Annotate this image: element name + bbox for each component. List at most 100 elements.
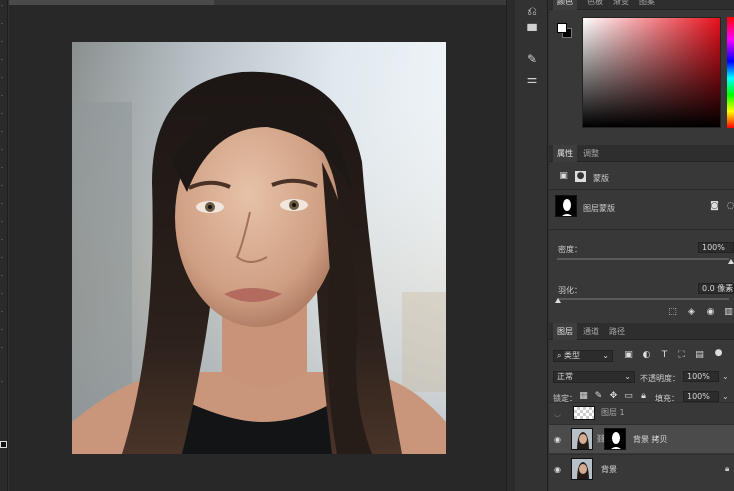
marquee-tool-icon[interactable]: · [1, 22, 6, 28]
filter-toggle-icon[interactable]: ● [713, 348, 724, 359]
visibility-eye-icon[interactable]: ◉ [554, 435, 561, 444]
visibility-eye-icon[interactable]: ◡ [554, 409, 561, 418]
pixel-mask-icon[interactable]: ▣ [558, 171, 569, 182]
density-slider[interactable] [557, 258, 729, 260]
chevron-down-icon[interactable]: ⌄ [722, 392, 729, 401]
tab-channels[interactable]: 通道 [579, 323, 603, 340]
adjustments-sliders-icon[interactable]: ⚌ [525, 72, 539, 86]
tab-properties[interactable]: 属性 [553, 145, 577, 162]
move-tool-icon[interactable]: · [1, 4, 6, 10]
foreground-color-swatch[interactable] [0, 441, 7, 448]
hand-tool-icon[interactable]: · [1, 328, 6, 334]
divider [549, 229, 734, 230]
add-vector-mask-icon[interactable]: ◌ [725, 201, 734, 212]
mask-header-label: 蒙版 [593, 174, 609, 183]
layer-thumbnail [571, 428, 593, 450]
color-panel-tabs: 颜色 色板 渐变 图案 [549, 0, 734, 10]
delete-mask-icon[interactable]: ▥ [723, 307, 734, 318]
portrait-photo [72, 42, 446, 454]
comment-icon[interactable]: ▀ [525, 24, 539, 38]
vector-mask-icon[interactable]: ● [575, 171, 586, 182]
eraser-tool-icon[interactable]: · [1, 184, 6, 190]
dodge-tool-icon[interactable]: · [1, 238, 6, 244]
path-select-tool-icon[interactable]: · [1, 292, 6, 298]
tab-paths[interactable]: 路径 [605, 323, 629, 340]
density-slider-thumb[interactable] [728, 259, 734, 264]
brush-tool-icon[interactable]: · [1, 130, 6, 136]
feather-slider-thumb[interactable] [555, 298, 561, 303]
filter-shape-icon[interactable]: ⛶ [676, 350, 687, 361]
blend-mode-value: 正常 [557, 372, 573, 381]
mask-thumbnail [555, 195, 577, 217]
brush-settings-icon[interactable]: ✎ [525, 52, 539, 66]
filter-pixel-icon[interactable]: ▣ [623, 350, 634, 361]
tab-gradients[interactable]: 渐变 [609, 0, 633, 10]
tab-layers[interactable]: 图层 [553, 323, 577, 340]
chevron-down-icon[interactable]: ⌄ [722, 372, 729, 381]
layer-name[interactable]: 图层 1 [601, 407, 625, 418]
filter-smart-object-icon[interactable]: ▤ [694, 350, 705, 361]
layer-thumbnail [573, 406, 595, 420]
healing-tool-icon[interactable]: · [1, 112, 6, 118]
lock-transparent-icon[interactable]: ▦ [578, 391, 589, 402]
layer-row-1[interactable]: ◡ 图层 1 [549, 402, 734, 424]
zoom-tool-icon[interactable]: · [1, 346, 6, 352]
fill-field[interactable]: 100% [683, 391, 719, 402]
tab-patterns[interactable]: 图案 [635, 0, 659, 10]
history-icon[interactable]: ⎌ [525, 4, 539, 18]
tab-swatches[interactable]: 色板 [583, 0, 607, 10]
layer-mask-thumbnail[interactable] [604, 428, 626, 450]
gradient-tool-icon[interactable]: · [1, 202, 6, 208]
mask-type-label: 图层蒙版 [583, 204, 615, 213]
pen-tool-icon[interactable]: · [1, 256, 6, 262]
eyedropper-tool-icon[interactable]: · [1, 94, 6, 100]
type-tool-icon[interactable]: · [1, 274, 6, 280]
tools-toolbar: · · · · · · · · · · · · · · · · · · · · … [0, 0, 8, 491]
select-pixel-mask-icon[interactable]: ◙ [709, 201, 720, 212]
filter-type-icon[interactable]: T [659, 350, 670, 361]
history-brush-tool-icon[interactable]: · [1, 166, 6, 172]
quick-select-tool-icon[interactable]: · [1, 58, 6, 64]
tab-adjustments[interactable]: 调整 [579, 145, 603, 162]
feather-field[interactable]: 0.0 像素 [698, 283, 734, 294]
opacity-field[interactable]: 100% [683, 371, 719, 382]
foreground-color-chip[interactable] [557, 23, 567, 33]
layer-row-background-copy[interactable]: ◉ ⛓ 背景 拷贝 [549, 424, 734, 453]
divider [549, 189, 734, 190]
lock-position-icon[interactable]: ✥ [608, 391, 619, 402]
document-tab-active[interactable] [9, 0, 214, 5]
lock-icon: 🔒︎ [725, 464, 730, 473]
opacity-label: 不透明度： [640, 374, 680, 383]
chevron-down-icon: ⌄ [624, 372, 631, 381]
load-selection-icon[interactable]: ⬚ [667, 307, 678, 318]
layer-filter-dropdown[interactable]: ⌕ 类型 ⌄ [553, 350, 613, 362]
visibility-eye-icon[interactable]: ◉ [705, 307, 716, 318]
layer-name[interactable]: 背景 [601, 464, 617, 475]
clone-stamp-tool-icon[interactable]: · [1, 148, 6, 154]
layer-row-background[interactable]: ◉ 背景 🔒︎ [549, 454, 734, 483]
shape-tool-icon[interactable]: · [1, 310, 6, 316]
lasso-tool-icon[interactable]: · [1, 40, 6, 46]
canvas-vertical-scrollbar[interactable] [506, 0, 515, 491]
filter-adjustment-icon[interactable]: ◐ [641, 350, 652, 361]
apply-mask-icon[interactable]: ◈ [686, 307, 697, 318]
blend-mode-dropdown[interactable]: 正常 ⌄ [553, 371, 635, 383]
chevron-down-icon: ⌄ [602, 351, 609, 360]
density-field[interactable]: 100% [698, 242, 734, 253]
feather-slider[interactable] [557, 298, 729, 300]
lock-artboard-icon[interactable]: ▭ [623, 391, 634, 402]
search-icon: ⌕ [557, 351, 565, 360]
lock-image-icon[interactable]: ✎ [593, 391, 604, 402]
crop-tool-icon[interactable]: · [1, 76, 6, 82]
edit-toolbar-icon[interactable]: · [1, 380, 6, 386]
collapsed-panel-column: ⎌ ▀ ✎ ⚌ [516, 0, 548, 491]
layer-thumbnail [571, 458, 593, 480]
visibility-eye-icon[interactable]: ◉ [554, 465, 561, 474]
feather-label: 羽化： [558, 286, 582, 295]
blur-tool-icon[interactable]: · [1, 220, 6, 226]
hue-slider[interactable] [727, 17, 734, 128]
lock-all-icon[interactable]: 🔒︎ [638, 391, 649, 402]
color-picker-field[interactable] [582, 17, 721, 128]
layer-name[interactable]: 背景 拷贝 [633, 434, 668, 445]
tab-color[interactable]: 颜色 [553, 0, 577, 10]
